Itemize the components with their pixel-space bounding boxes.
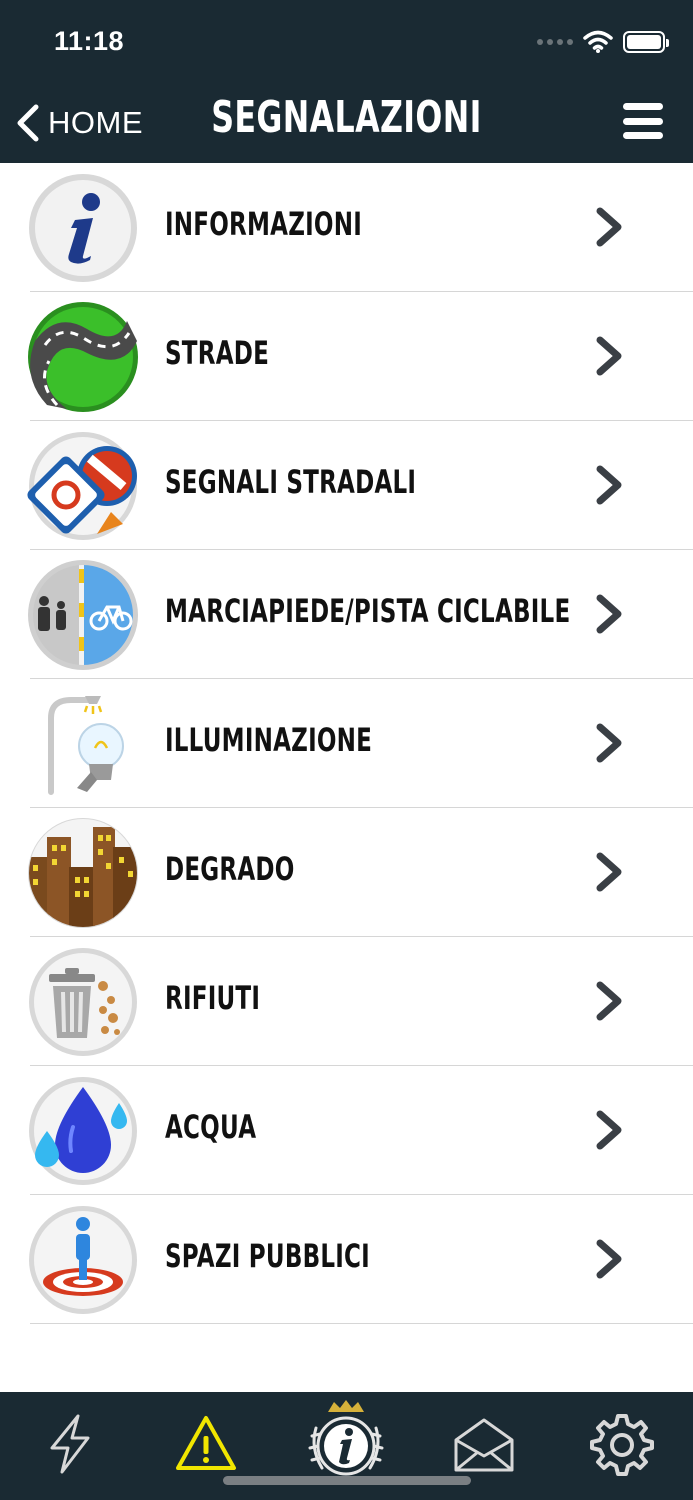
- chevron-right-icon: [596, 723, 622, 763]
- sidewalk-bike-lane-icon: [28, 560, 138, 670]
- signal-icon: [537, 39, 573, 45]
- item-label: MARCIAPIEDE/PISTA CICLABILE: [165, 592, 571, 630]
- chevron-right-icon: [596, 465, 622, 505]
- item-label: ILLUMINAZIONE: [165, 721, 373, 759]
- list-item-informazioni[interactable]: INFORMAZIONI: [0, 163, 693, 292]
- item-label: SPAZI PUBBLICI: [165, 1237, 370, 1275]
- item-label: DEGRADO: [165, 850, 295, 888]
- category-list: INFORMAZIONI STRADE SEGNALI STRADALI MAR…: [0, 163, 693, 1324]
- item-label: STRADE: [165, 334, 270, 372]
- road-icon: [28, 302, 138, 412]
- public-space-icon: [29, 1206, 137, 1314]
- home-indicator: [223, 1476, 471, 1485]
- list-item-rifiuti[interactable]: RIFIUTI: [0, 937, 693, 1066]
- lightning-icon[interactable]: [38, 1412, 102, 1476]
- list-item-strade[interactable]: STRADE: [0, 292, 693, 421]
- list-item-illuminazione[interactable]: ILLUMINAZIONE: [0, 679, 693, 808]
- item-label: SEGNALI STRADALI: [165, 463, 417, 501]
- list-item-degrado[interactable]: DEGRADO: [0, 808, 693, 937]
- buildings-icon: [28, 818, 138, 928]
- chevron-right-icon: [596, 981, 622, 1021]
- chevron-left-icon: [17, 104, 39, 142]
- warning-icon[interactable]: [174, 1412, 238, 1476]
- envelope-icon[interactable]: [452, 1412, 516, 1476]
- status-time: 11:18: [54, 26, 125, 56]
- list-item-spazi-pubblici[interactable]: SPAZI PUBBLICI: [0, 1195, 693, 1324]
- chevron-right-icon: [596, 852, 622, 892]
- road-signs-icon: [27, 432, 137, 540]
- list-item-marciapiede[interactable]: MARCIAPIEDE/PISTA CICLABILE: [0, 550, 693, 679]
- trash-bin-icon: [29, 948, 137, 1056]
- menu-button[interactable]: [623, 103, 663, 139]
- navigation-bar: 11:18 HOME SEGNALAZIONI: [0, 0, 693, 163]
- chevron-right-icon: [596, 207, 622, 247]
- street-light-icon: [48, 696, 124, 795]
- list-item-acqua[interactable]: ACQUA: [0, 1066, 693, 1195]
- info-icon: [29, 174, 137, 282]
- chevron-right-icon: [596, 1110, 622, 1150]
- chevron-right-icon: [596, 336, 622, 376]
- item-label: RIFIUTI: [165, 979, 261, 1017]
- list-item-segnali-stradali[interactable]: SEGNALI STRADALI: [0, 421, 693, 550]
- water-drop-icon: [29, 1077, 137, 1185]
- chevron-right-icon: [596, 594, 622, 634]
- page-title: SEGNALAZIONI: [211, 92, 482, 143]
- item-label: INFORMAZIONI: [165, 205, 362, 243]
- status-indicators: [537, 30, 669, 54]
- chevron-right-icon: [596, 1239, 622, 1279]
- gear-icon[interactable]: [590, 1412, 654, 1476]
- item-label: ACQUA: [165, 1108, 257, 1146]
- wifi-icon: [583, 30, 613, 53]
- battery-icon: [623, 31, 669, 53]
